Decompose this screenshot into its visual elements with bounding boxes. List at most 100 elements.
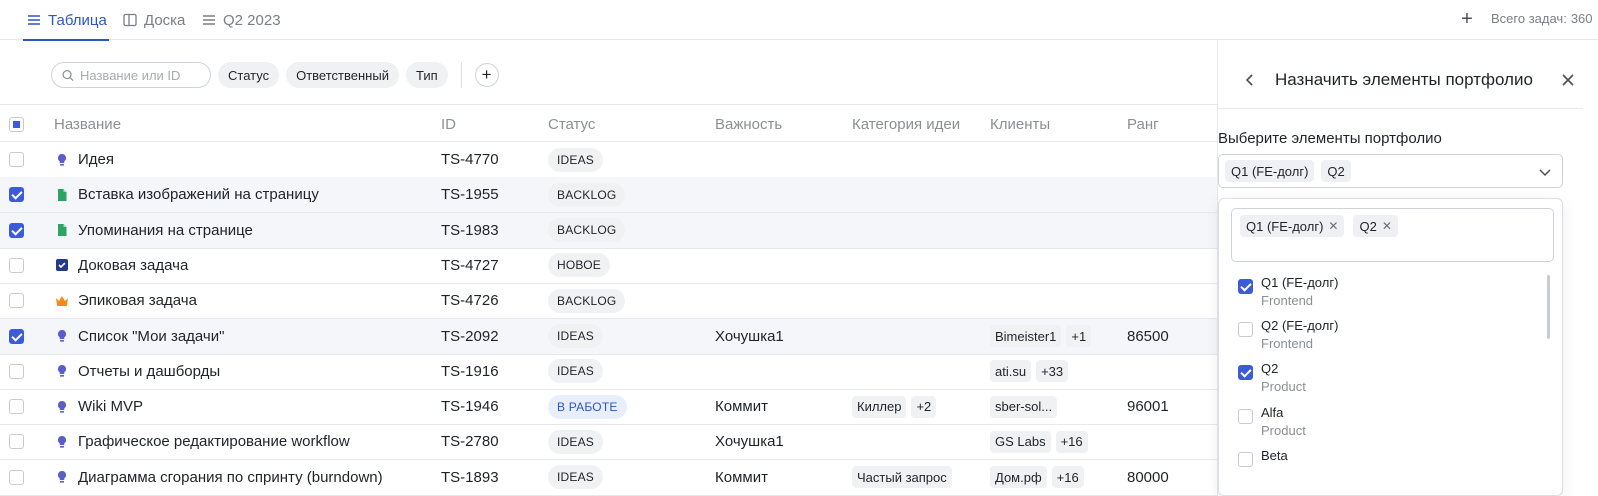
table-row[interactable]: Диаграмма сгорания по спринту (burndown)…	[0, 460, 1217, 496]
col-name[interactable]: Название	[54, 105, 121, 143]
row-clients: Bimeister1 +1	[990, 319, 1092, 354]
row-status[interactable]: IDEAS	[548, 142, 604, 177]
col-status[interactable]: Статус	[548, 105, 595, 143]
add-icon[interactable]: +	[1456, 8, 1478, 30]
row-name[interactable]: Список "Мои задачи"	[55, 319, 224, 354]
table-row[interactable]: Эпиковая задача TS-4726 BACKLOG	[0, 283, 1217, 320]
add-filter-button[interactable]: +	[474, 63, 499, 87]
document-icon	[58, 188, 67, 201]
row-name[interactable]: Wiki MVP	[55, 389, 143, 424]
row-name[interactable]: Диаграмма сгорания по спринту (burndown)	[55, 460, 383, 495]
row-name[interactable]: Доковая задача	[55, 248, 188, 283]
row-checkbox[interactable]	[9, 222, 24, 238]
table-row[interactable]: Вставка изображений на страницу TS-1955 BA…	[0, 177, 1217, 214]
option-checkbox[interactable]	[1238, 365, 1253, 381]
row-name[interactable]: Эпиковая задача	[55, 283, 197, 318]
filter-type[interactable]: Тип	[405, 62, 448, 88]
row-status[interactable]: НОВОЕ	[548, 248, 610, 283]
row-name[interactable]: Отчеты и дашборды	[55, 354, 220, 389]
option-checkbox[interactable]	[1238, 322, 1253, 338]
col-importance[interactable]: Важность	[715, 105, 782, 143]
status-badge[interactable]: IDEAS	[548, 324, 604, 348]
row-select[interactable]	[9, 354, 24, 389]
scrollbar[interactable]	[1547, 275, 1550, 339]
remove-tag-icon[interactable]: ✕	[1328, 219, 1338, 233]
col-rank[interactable]: Ранг	[1127, 105, 1159, 143]
row-status[interactable]: IDEAS	[548, 460, 604, 495]
select-all-checkbox[interactable]	[9, 116, 24, 132]
row-checkbox[interactable]	[9, 399, 24, 415]
row-name[interactable]: Вставка изображений на страницу	[55, 177, 319, 212]
row-select[interactable]	[9, 283, 24, 318]
tab-board[interactable]: Доска	[123, 0, 185, 40]
row-select[interactable]	[9, 142, 24, 177]
filter-status[interactable]: Статус	[218, 62, 280, 88]
row-rank: 80000	[1127, 468, 1169, 486]
row-status[interactable]: В РАБОТЕ	[548, 389, 627, 424]
row-select[interactable]	[9, 389, 24, 424]
row-status[interactable]: BACKLOG	[548, 283, 626, 318]
status-badge[interactable]: BACKLOG	[548, 218, 626, 243]
row-checkbox[interactable]	[9, 469, 24, 485]
row-status[interactable]: BACKLOG	[548, 177, 626, 212]
row-select[interactable]	[9, 248, 24, 283]
row-select[interactable]	[9, 460, 24, 495]
row-checkbox[interactable]	[9, 328, 24, 344]
row-select[interactable]	[9, 424, 24, 459]
row-importance: Хочушка1	[715, 327, 784, 345]
status-badge[interactable]: В РАБОТЕ	[548, 394, 627, 419]
row-checkbox[interactable]	[9, 152, 24, 167]
lightbulb-icon	[57, 153, 67, 166]
portfolio-select[interactable]: Q1 (FE-долг) Q2	[1218, 154, 1563, 188]
chevron-down-icon[interactable]	[1537, 164, 1553, 180]
client-tag: +16	[1055, 430, 1088, 453]
remove-tag-icon[interactable]: ✕	[1382, 219, 1392, 233]
row-name[interactable]: Графическое редактирование workflow	[55, 424, 350, 459]
row-status[interactable]: IDEAS	[548, 354, 604, 389]
tab-q2-2023[interactable]: Q2 2023	[202, 0, 281, 40]
row-status[interactable]: IDEAS	[548, 319, 604, 354]
col-clients[interactable]: Клиенты	[990, 105, 1050, 143]
tag-label: Q2	[1359, 218, 1377, 234]
row-select[interactable]	[9, 319, 24, 354]
status-badge[interactable]: IDEAS	[548, 465, 604, 490]
status-badge[interactable]: IDEAS	[548, 147, 604, 172]
table-row[interactable]: Wiki MVP TS-1946 В РАБОТЕ Коммит Киллер +2 sbe…	[0, 389, 1217, 426]
table-row[interactable]: Доковая задача TS-4727 НОВОЕ	[0, 248, 1217, 284]
row-checkbox[interactable]	[9, 363, 24, 379]
option-checkbox[interactable]	[1238, 408, 1253, 424]
row-status[interactable]: BACKLOG	[548, 213, 626, 248]
row-name[interactable]: Идея	[55, 142, 114, 177]
row-checkbox[interactable]	[9, 187, 24, 203]
status-badge[interactable]: IDEAS	[548, 429, 604, 454]
table-row[interactable]: Графическое редактирование workflow TS-27…	[0, 424, 1217, 461]
tab-table[interactable]: Таблица	[23, 0, 109, 41]
col-id[interactable]: ID	[441, 105, 456, 143]
option-checkbox[interactable]	[1238, 279, 1253, 294]
col-category[interactable]: Категория идеи	[852, 105, 960, 143]
status-badge[interactable]: IDEAS	[548, 359, 604, 384]
row-select[interactable]	[9, 177, 24, 212]
status-badge[interactable]: НОВОЕ	[548, 253, 610, 278]
search-box[interactable]	[51, 62, 211, 88]
row-name[interactable]: Упоминания на странице	[55, 213, 253, 248]
status-badge[interactable]: BACKLOG	[548, 288, 626, 313]
table-row[interactable]: Идея TS-4770 IDEAS	[0, 142, 1217, 178]
row-select[interactable]	[9, 213, 24, 248]
filter-assignee[interactable]: Ответственный	[286, 62, 399, 88]
row-checkbox[interactable]	[9, 293, 24, 309]
checkbox-task-icon	[56, 259, 68, 272]
option-checkbox[interactable]	[1238, 451, 1253, 467]
table-row[interactable]: Отчеты и дашборды TS-1916 IDEAS ati.su +33	[0, 354, 1217, 390]
tab-label: Q2 2023	[223, 11, 281, 29]
select-all[interactable]	[9, 105, 24, 143]
category-tag: Частый запрос	[852, 466, 952, 489]
row-checkbox[interactable]	[9, 257, 24, 273]
dropdown-search-input[interactable]: Q1 (FE-долг) ✕ Q2 ✕	[1231, 208, 1554, 262]
status-badge[interactable]: BACKLOG	[548, 182, 626, 207]
row-status[interactable]: IDEAS	[548, 424, 604, 459]
row-checkbox[interactable]	[9, 434, 24, 450]
search-input[interactable]	[80, 67, 200, 83]
table-row[interactable]: Упоминания на странице TS-1983 BACKLOG	[0, 212, 1217, 249]
table-row[interactable]: Список "Мои задачи" TS-2092 IDEAS Хочушка1 B…	[0, 318, 1217, 355]
